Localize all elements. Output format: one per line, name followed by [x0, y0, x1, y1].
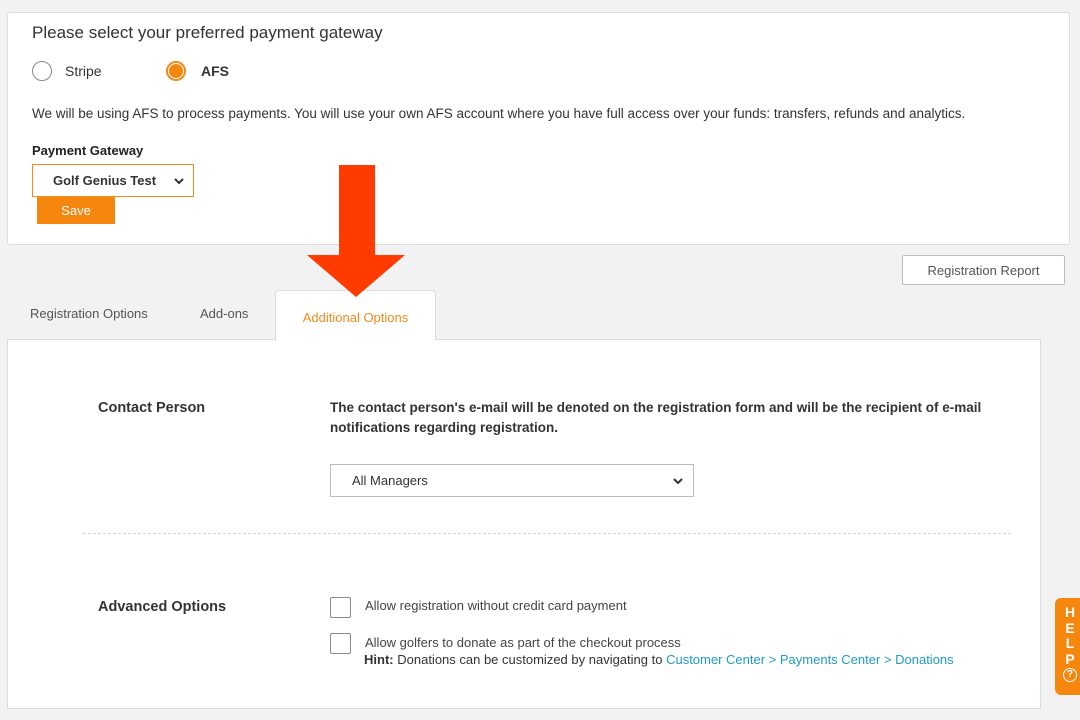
donations-link[interactable]: Customer Center > Payments Center > Dona…	[666, 652, 954, 667]
save-button[interactable]: Save	[37, 197, 115, 224]
help-letter: P	[1065, 650, 1075, 667]
allow-no-card-checkbox[interactable]	[330, 597, 351, 618]
help-tab[interactable]: H E L P ?	[1055, 598, 1080, 695]
allow-donate-label: Allow golfers to donate as part of the c…	[365, 635, 681, 650]
afs-label: AFS	[201, 63, 229, 79]
allow-donate-checkbox[interactable]	[330, 633, 351, 654]
contact-person-description: The contact person's e-mail will be deno…	[330, 400, 982, 435]
payment-description: We will be using AFS to process payments…	[32, 106, 966, 121]
tab-additional-options[interactable]: Additional Options	[275, 290, 436, 341]
payment-gateway-value: Golf Genius Test	[53, 173, 157, 188]
chevron-down-icon	[673, 477, 683, 484]
payment-gateway-label: Payment Gateway	[32, 143, 144, 158]
payment-gateway-title: Please select your preferred payment gat…	[32, 23, 383, 42]
radio-option-afs[interactable]: AFS	[166, 61, 229, 81]
allow-no-card-label: Allow registration without credit card p…	[365, 598, 627, 613]
tab-add-ons[interactable]: Add-ons	[200, 306, 248, 321]
donations-hint: Hint: Donations can be customized by nav…	[364, 652, 954, 667]
question-circle-icon: ?	[1063, 668, 1077, 682]
payment-gateway-select[interactable]: Golf Genius Test	[32, 164, 194, 197]
contact-person-value: All Managers	[352, 473, 428, 488]
contact-person-select[interactable]: All Managers	[330, 464, 694, 497]
advanced-options-label: Advanced Options	[98, 599, 227, 615]
payment-gateway-card: Please select your preferred payment gat…	[7, 12, 1070, 245]
chevron-down-icon	[174, 177, 184, 184]
afs-radio[interactable]	[166, 61, 186, 81]
contact-person-label: Contact Person	[98, 400, 206, 416]
hint-text: Donations can be customized by navigatin…	[397, 652, 663, 667]
section-divider	[83, 533, 1011, 534]
help-letter: L	[1065, 635, 1075, 651]
registration-report-button[interactable]: Registration Report	[902, 255, 1065, 285]
tab-registration-options[interactable]: Registration Options	[30, 306, 148, 321]
help-letter: H	[1064, 604, 1076, 620]
arrow-down-icon	[307, 165, 405, 297]
stripe-label: Stripe	[65, 63, 102, 79]
additional-options-panel: Contact Person The contact person's e-ma…	[7, 339, 1041, 709]
stripe-radio[interactable]	[32, 61, 52, 81]
hint-prefix: Hint:	[364, 652, 394, 667]
radio-option-stripe[interactable]: Stripe	[32, 61, 102, 81]
help-letter: E	[1065, 619, 1075, 636]
